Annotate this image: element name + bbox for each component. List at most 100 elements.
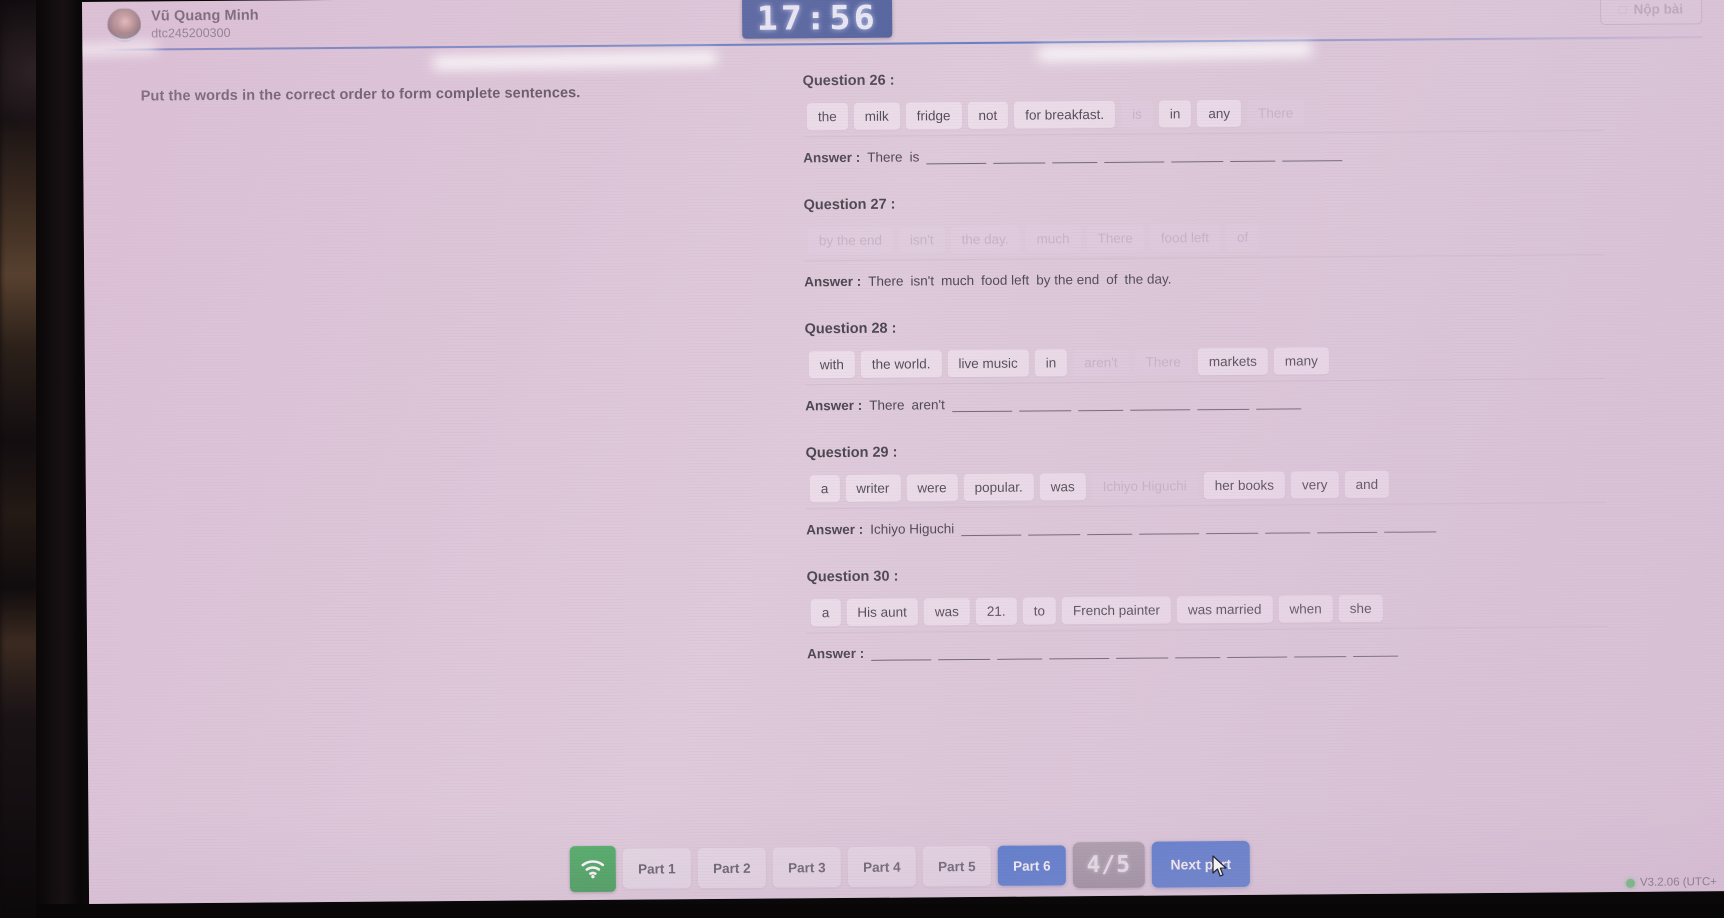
answer-word[interactable]: There [867,150,902,165]
answer-blank[interactable] [1052,149,1098,164]
question-title: Question 29 : [805,444,898,462]
word-tile-used: isn't [898,226,945,254]
version-text: V3.2.06 (UTC+ [1639,876,1718,889]
word-tile[interactable]: in [1158,100,1192,128]
wifi-icon[interactable] [569,845,617,893]
word-tile[interactable]: were [906,474,958,502]
word-tile[interactable]: milk [853,102,900,130]
submit-button[interactable]: □ Nộp bài [1599,0,1703,26]
answer-blank[interactable] [1104,148,1165,163]
user-id: dtc245200300 [151,25,231,41]
word-tile[interactable]: with [808,350,855,379]
answer-word[interactable]: food left [981,273,1029,288]
word-tile[interactable]: writer [845,474,901,503]
word-tile[interactable]: French painter [1061,596,1172,625]
answer-word[interactable]: aren't [911,397,944,412]
word-tile-used: Ichiyo Higuchi [1091,472,1198,501]
question-title: Question 28 : [804,320,897,338]
answer-blank[interactable] [1227,643,1288,659]
answer-blank[interactable] [1196,395,1249,411]
answer-word[interactable]: There [869,398,904,413]
answer-blank[interactable] [997,645,1043,660]
question-block: Question 30 : a His aunt was 21. to French pai… [806,563,1607,661]
answer-blank[interactable] [1129,396,1190,411]
answer-blank[interactable] [1255,395,1301,410]
answer-blank[interactable] [1028,521,1081,536]
word-tile-used: the day. [950,225,1020,254]
answer-blank[interactable] [1265,519,1311,534]
answer-word[interactable]: much [941,273,974,288]
word-tile[interactable]: when [1278,595,1333,623]
answer-blank[interactable] [938,645,991,661]
answer-word[interactable]: Ichiyo Higuchi [870,521,954,537]
answer-word[interactable]: isn't [910,273,934,288]
answer-word[interactable]: of [1106,272,1117,287]
part-tab-6[interactable]: Part 6 [997,845,1066,886]
word-tile[interactable]: the world. [860,350,942,378]
part-tab-1[interactable]: Part 1 [622,848,691,889]
question-title: Question 26 : [802,72,895,90]
part-tab-4[interactable]: Part 4 [847,846,916,888]
answer-blank[interactable] [1171,148,1224,163]
word-tile[interactable]: very [1290,471,1339,499]
word-tile[interactable]: the [806,102,848,131]
word-tile[interactable]: 21. [975,597,1017,625]
screen: Vũ Quang Minh dtc245200300 17:56 □ Nộp b… [82,0,1724,904]
word-tile[interactable]: many [1273,347,1329,375]
part-tab-2[interactable]: Part 2 [697,847,766,889]
answer-blank[interactable] [1353,642,1399,658]
answer-blank[interactable] [1139,520,1200,535]
answer-row: Answer : There is [803,144,1603,165]
status-dot-icon [1625,878,1635,888]
answer-blank[interactable] [1116,644,1169,659]
part-tab-3[interactable]: Part 3 [772,847,841,888]
word-tile[interactable]: was [1039,473,1086,501]
word-tile[interactable]: any [1197,99,1242,128]
answer-blank[interactable] [1384,518,1437,533]
answer-word[interactable]: by the end [1036,272,1099,287]
word-tile[interactable]: was married [1176,595,1273,624]
answer-blank[interactable] [951,397,1012,413]
answer-blank[interactable] [1175,644,1221,659]
word-tile[interactable]: fridge [905,102,962,130]
user-name: Vũ Quang Minh [151,7,259,25]
submit-button-label: Nộp bài [1633,1,1684,17]
answer-word[interactable]: There [868,274,903,289]
word-tile[interactable]: a [809,475,840,503]
word-tile[interactable]: for breakfast. [1014,100,1116,129]
word-tile[interactable]: was [923,598,970,626]
word-tile[interactable]: live music [947,349,1029,378]
word-tile[interactable]: she [1338,594,1383,623]
answer-word[interactable]: is [909,149,919,164]
answer-blank[interactable] [1018,397,1071,412]
question-block: Question 28 : with the world. live music in a… [805,315,1606,413]
answer-blank[interactable] [1230,147,1276,162]
answer-blank[interactable] [993,149,1046,164]
part-tab-5[interactable]: Part 5 [922,845,991,887]
word-tile[interactable]: popular. [963,473,1034,502]
answer-blank[interactable] [1282,147,1343,162]
answer-blank[interactable] [1077,396,1123,412]
word-tile[interactable]: a [810,599,841,627]
answer-blank[interactable] [1317,518,1378,534]
answer-blank[interactable] [1087,520,1133,536]
answer-blank[interactable] [961,521,1022,537]
word-tile[interactable]: markets [1197,347,1268,376]
word-tile[interactable]: in [1034,349,1068,377]
word-tile[interactable]: her books [1203,471,1286,500]
question-block: Question 27 : by the end isn't the day. much… [804,191,1605,289]
next-part-button[interactable]: Next part [1151,840,1250,888]
answer-blank[interactable] [1049,644,1110,660]
user-profile[interactable]: Vũ Quang Minh dtc245200300 [107,7,259,43]
word-tile[interactable]: to [1022,597,1057,625]
word-tile[interactable]: not [967,101,1009,130]
word-tile[interactable]: His aunt [846,598,918,627]
answer-blank[interactable] [1294,643,1347,658]
word-tile[interactable]: and [1344,470,1390,499]
answer-blank[interactable] [871,646,932,661]
answer-blank[interactable] [1206,519,1259,535]
answer-word[interactable]: the day. [1124,271,1171,286]
answer-blank[interactable] [926,149,987,165]
word-tile-used: by the end [807,226,894,255]
footer-nav: Part 1 Part 2 Part 3 Part 4 Part 5 Part 6 4/5… [88,813,1724,904]
